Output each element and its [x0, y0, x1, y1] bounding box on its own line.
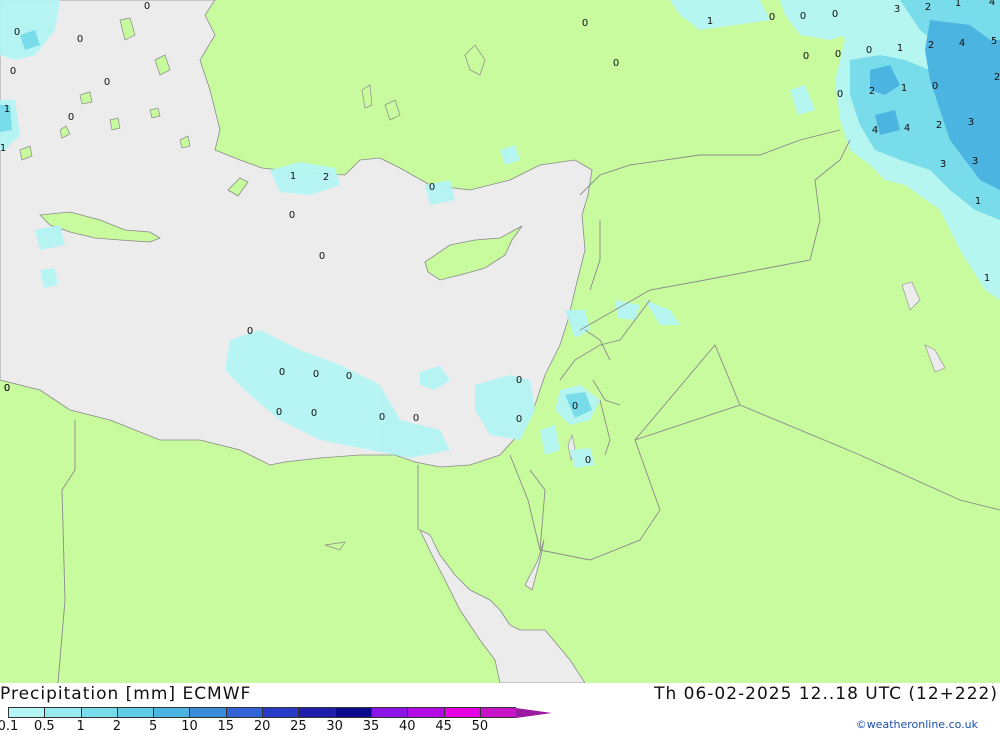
map-value: 0	[932, 81, 938, 92]
map-value: 2	[323, 172, 329, 183]
map-value: 2	[994, 72, 1000, 83]
map-value: 3	[968, 117, 974, 128]
map-value: 0	[572, 401, 578, 412]
map-value: 0	[866, 45, 872, 56]
color-scale-label: 0.1	[0, 719, 19, 734]
map-value: 0	[585, 455, 591, 466]
map-value: 2	[928, 40, 934, 51]
weather-map: 0 0 0 0 0 1 0 0 0 1 0 0 0 3 2 1 4 0 1 2 …	[0, 0, 1000, 683]
map-value: 0	[800, 11, 806, 22]
map-value: 0	[613, 58, 619, 69]
map-value: 4	[872, 125, 878, 136]
map-value: 1	[4, 104, 10, 115]
map-value: 4	[959, 38, 965, 49]
color-scale-swatch	[80, 707, 117, 718]
map-value: 2	[925, 2, 931, 13]
map-value: 0	[832, 9, 838, 20]
map-value: 0	[279, 367, 285, 378]
map-value: 3	[894, 4, 900, 15]
color-scale-label: 35	[362, 719, 380, 734]
color-scale-swatch	[407, 707, 444, 718]
color-scale-swatch	[189, 707, 226, 718]
map-value: 2	[936, 120, 942, 131]
color-scale-swatch	[334, 707, 371, 718]
map-value: 0	[769, 12, 775, 23]
map-value: 1	[290, 171, 296, 182]
map-value: 0	[516, 375, 522, 386]
map-value: 1	[955, 0, 961, 9]
color-scale-arrow	[516, 708, 553, 718]
color-scale-label: 15	[217, 719, 235, 734]
map-canvas: 0 0 0 0 0 1 0 0 0 1 0 0 0 3 2 1 4 0 1 2 …	[0, 0, 1000, 683]
map-value: 0	[837, 89, 843, 100]
color-scale-label: 10	[181, 719, 198, 734]
color-scale-labels: 0.1 0.5 1 2 5 10 15 20 25 30 35 40 45 50	[0, 719, 560, 734]
color-scale-label: 45	[435, 719, 452, 734]
map-value: 0	[429, 182, 435, 193]
map-value: 0	[346, 371, 352, 382]
color-scale-swatch	[479, 707, 517, 718]
map-value: 0	[803, 51, 809, 62]
map-value: 0	[104, 77, 110, 88]
map-value: 0	[144, 1, 150, 12]
color-scale-swatch	[225, 707, 263, 718]
map-value: 0	[313, 369, 319, 380]
color-scale	[8, 707, 553, 719]
map-value: 0	[247, 326, 253, 337]
map-value: 3	[940, 159, 946, 170]
color-scale-label: 2	[112, 719, 122, 734]
map-value: 3	[972, 156, 978, 167]
color-scale-swatch	[44, 707, 81, 718]
color-scale-label: 1	[76, 719, 85, 734]
map-value: 1	[901, 83, 907, 94]
color-scale-label: 50	[471, 719, 489, 734]
map-value: 4	[904, 123, 910, 134]
color-scale-swatch	[153, 707, 190, 718]
color-scale-label: 25	[290, 719, 307, 734]
color-scale-swatch	[8, 707, 45, 718]
map-value: 4	[989, 0, 995, 8]
map-value: 0	[413, 413, 419, 424]
color-scale-label: 5	[149, 719, 158, 734]
map-value: 0	[835, 49, 841, 60]
color-scale-swatch	[298, 707, 335, 718]
map-value: 1	[975, 196, 981, 207]
map-value: 2	[869, 86, 875, 97]
forecast-datetime: Th 06-02-2025 12..18 UTC (12+222)	[654, 684, 998, 704]
color-scale-swatch	[443, 707, 480, 718]
map-value: 0	[379, 412, 385, 423]
map-value: 0	[10, 66, 16, 77]
map-value: 0	[14, 27, 20, 38]
color-scale-label: 40	[399, 719, 416, 734]
map-value: 1	[0, 143, 6, 154]
map-value: 5	[991, 36, 997, 47]
color-scale-label: 20	[253, 719, 271, 734]
color-scale-label: 0.5	[33, 719, 55, 734]
map-value: 1	[707, 16, 713, 27]
map-value: 0	[582, 18, 588, 29]
map-value: 0	[289, 210, 295, 221]
map-value: 0	[4, 383, 10, 394]
map-value: 1	[897, 43, 903, 54]
credit-link[interactable]: ©weatheronline.co.uk	[856, 718, 978, 731]
map-title: Precipitation [mm] ECMWF	[0, 684, 252, 704]
map-value: 0	[77, 34, 83, 45]
map-value: 1	[984, 273, 990, 284]
color-scale-swatch	[116, 707, 154, 718]
color-scale-swatch	[370, 707, 408, 718]
map-value: 0	[319, 251, 325, 262]
map-value: 0	[516, 414, 522, 425]
map-value: 0	[311, 408, 317, 419]
map-value: 0	[276, 407, 282, 418]
map-value: 0	[68, 112, 74, 123]
color-scale-swatch	[262, 707, 299, 718]
color-scale-label: 30	[326, 719, 343, 734]
